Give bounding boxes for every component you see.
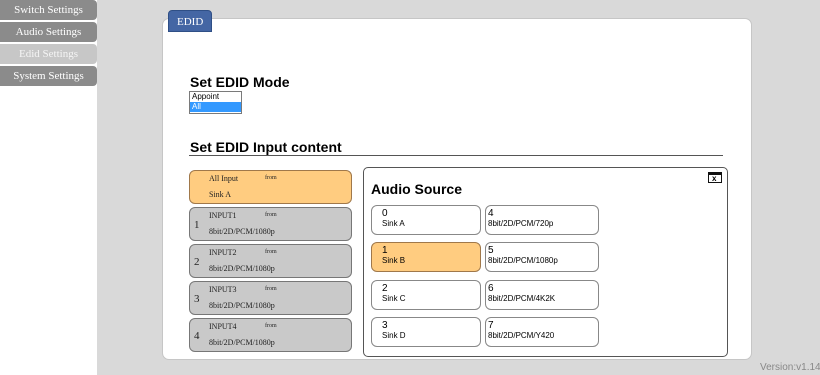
input-card-1[interactable]: 1 INPUT1 from 8bit/2D/PCM/1080p bbox=[189, 207, 352, 241]
input-card-2[interactable]: 2 INPUT2 from 8bit/2D/PCM/1080p bbox=[189, 244, 352, 278]
left-nav: Switch Settings Audio Settings Edid Sett… bbox=[0, 0, 97, 88]
source-label: Sink A bbox=[382, 219, 405, 228]
source-index: 2 bbox=[382, 283, 388, 294]
mode-option-all[interactable]: All bbox=[190, 102, 241, 112]
input-from-label: from bbox=[265, 212, 277, 218]
audio-source-1[interactable]: 1 Sink B bbox=[371, 242, 481, 272]
source-index: 4 bbox=[488, 208, 494, 219]
mode-option-appoint[interactable]: Appoint bbox=[190, 92, 241, 102]
nav-audio-settings[interactable]: Audio Settings bbox=[0, 22, 97, 42]
input-number: 2 bbox=[194, 256, 200, 268]
audio-source-2[interactable]: 2 Sink C bbox=[371, 280, 481, 310]
input-from-label: from bbox=[265, 286, 277, 292]
edid-mode-listbox[interactable]: Appoint All bbox=[189, 91, 242, 114]
source-label: Sink D bbox=[382, 331, 406, 340]
input-name: INPUT1 bbox=[209, 211, 237, 220]
source-label: 8bit/2D/PCM/4K2K bbox=[488, 294, 556, 303]
audio-source-title: Audio Source bbox=[371, 181, 463, 197]
source-index: 6 bbox=[488, 283, 494, 294]
version-label: Version:v1.14 bbox=[760, 362, 820, 373]
source-index: 1 bbox=[382, 245, 388, 256]
source-index: 3 bbox=[382, 320, 388, 331]
input-source: 8bit/2D/PCM/1080p bbox=[209, 264, 275, 273]
source-label: 8bit/2D/PCM/720p bbox=[488, 219, 554, 228]
input-number: 4 bbox=[194, 330, 200, 342]
source-index: 0 bbox=[382, 208, 388, 219]
input-source: 8bit/2D/PCM/1080p bbox=[209, 338, 275, 347]
input-from-label: from bbox=[265, 249, 277, 255]
input-source: 8bit/2D/PCM/1080p bbox=[209, 301, 275, 310]
audio-source-0[interactable]: 0 Sink A bbox=[371, 205, 481, 235]
audio-source-6[interactable]: 6 8bit/2D/PCM/4K2K bbox=[485, 280, 599, 310]
source-label: 8bit/2D/PCM/Y420 bbox=[488, 331, 555, 340]
input-card-all[interactable]: All Input from Sink A bbox=[189, 170, 352, 204]
audio-source-3[interactable]: 3 Sink D bbox=[371, 317, 481, 347]
edid-mode-heading: Set EDID Mode bbox=[190, 74, 290, 90]
nav-switch-settings[interactable]: Switch Settings bbox=[0, 0, 97, 20]
nav-system-settings[interactable]: System Settings bbox=[0, 66, 97, 86]
input-name: INPUT2 bbox=[209, 248, 237, 257]
input-from-label: from bbox=[265, 323, 277, 329]
input-from-label: from bbox=[265, 175, 277, 181]
source-label: Sink B bbox=[382, 256, 406, 265]
input-card-3[interactable]: 3 INPUT3 from 8bit/2D/PCM/1080p bbox=[189, 281, 352, 315]
close-icon[interactable]: x bbox=[708, 172, 722, 183]
tab-edid[interactable]: EDID bbox=[168, 10, 213, 32]
nav-edid-settings[interactable]: Edid Settings bbox=[0, 44, 97, 64]
audio-source-5[interactable]: 5 8bit/2D/PCM/1080p bbox=[485, 242, 599, 272]
input-name: INPUT4 bbox=[209, 322, 237, 331]
edid-input-heading: Set EDID Input content bbox=[190, 139, 342, 155]
input-card-4[interactable]: 4 INPUT4 from 8bit/2D/PCM/1080p bbox=[189, 318, 352, 352]
input-number: 1 bbox=[194, 219, 200, 231]
input-number: 3 bbox=[194, 293, 200, 305]
input-source: 8bit/2D/PCM/1080p bbox=[209, 227, 275, 236]
source-index: 7 bbox=[488, 320, 494, 331]
input-name: INPUT3 bbox=[209, 285, 237, 294]
input-source: Sink A bbox=[209, 190, 232, 199]
audio-source-7[interactable]: 7 8bit/2D/PCM/Y420 bbox=[485, 317, 599, 347]
source-index: 5 bbox=[488, 245, 494, 256]
source-label: 8bit/2D/PCM/1080p bbox=[488, 256, 558, 265]
source-label: Sink C bbox=[382, 294, 406, 303]
input-name: All Input bbox=[209, 174, 239, 183]
section-divider bbox=[189, 155, 723, 156]
audio-source-4[interactable]: 4 8bit/2D/PCM/720p bbox=[485, 205, 599, 235]
